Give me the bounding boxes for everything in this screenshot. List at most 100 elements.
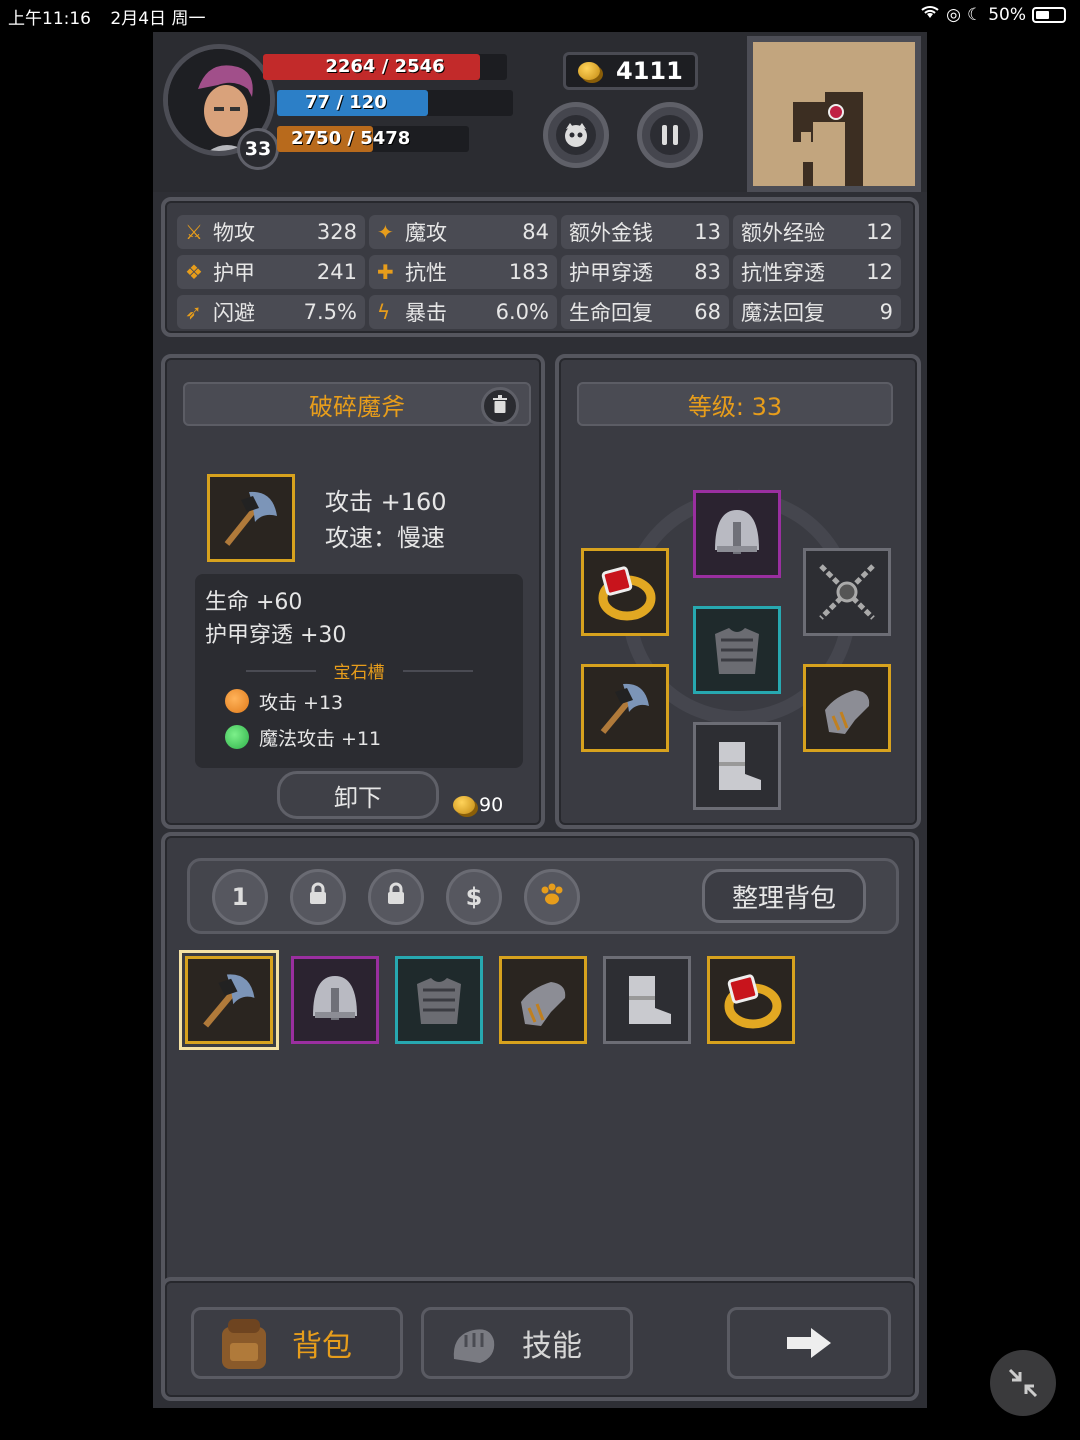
stat-cell: ⚔ 物攻 328 — [177, 215, 365, 249]
ring-slot[interactable] — [581, 548, 669, 636]
stat-label: 护甲 — [213, 261, 255, 285]
pet-button[interactable] — [543, 102, 609, 168]
equipment-level: 等级: 33 — [687, 392, 783, 421]
inventory-tab-bar: 1 $ 整理背包 — [187, 858, 899, 934]
inventory-slot-boots[interactable] — [603, 956, 691, 1044]
equipment-panel: 等级: 33 — [555, 354, 921, 829]
sort-bag-button[interactable]: 整理背包 — [702, 869, 866, 923]
stat-label: 魔法回复 — [741, 301, 825, 325]
hud-header: 33 2264 / 2546 77 / 120 2750 / 5478 4111 — [153, 32, 927, 192]
boots-icon — [719, 742, 761, 790]
stat-value: 7.5% — [303, 300, 357, 324]
unequip-button[interactable]: 卸下 — [277, 771, 439, 819]
inventory-slot-helmet[interactable] — [291, 956, 379, 1044]
axe-icon — [224, 491, 277, 546]
boots-icon — [629, 976, 671, 1024]
item-bonus-line: 护甲穿透 +30 — [205, 623, 347, 648]
item-bonus-line: 生命 +60 — [205, 590, 303, 615]
stat-cell: ❖ 护甲 241 — [177, 255, 365, 289]
status-bar: 上午11:16 2月4日 周一 ◎ ☾ 50% — [0, 0, 1080, 30]
armor-slot[interactable] — [693, 606, 781, 694]
boots-slot[interactable] — [693, 722, 781, 810]
stat-cell: ✚ 抗性 183 — [369, 255, 557, 289]
stat-value: 12 — [866, 260, 893, 284]
locked-bag-tab[interactable] — [368, 869, 424, 925]
stat-cell: 额外金钱 13 — [561, 215, 729, 249]
collapse-window-button[interactable] — [990, 1350, 1056, 1416]
stat-label: 暴击 — [405, 301, 447, 325]
item-attack-stat: 攻击 +160 — [325, 488, 447, 516]
fire-gem-icon — [225, 689, 249, 713]
inventory-panel: 1 $ 整理背包 — [161, 832, 919, 1307]
gauntlet-icon — [521, 982, 566, 1026]
next-button[interactable] — [727, 1307, 891, 1379]
gold-value: 4111 — [616, 57, 683, 85]
inventory-slot-axe[interactable] — [179, 950, 279, 1050]
bag-page-1-tab[interactable]: 1 — [212, 869, 268, 925]
hp-text: 2264 / 2546 — [325, 56, 445, 77]
helmet-icon — [715, 510, 759, 554]
chest-armor-icon — [417, 978, 461, 1024]
gauntlet-icon — [825, 690, 870, 734]
axe-icon — [600, 683, 649, 734]
pause-button[interactable] — [637, 102, 703, 168]
item-speed-stat: 攻速：慢速 — [325, 524, 445, 552]
stats-panel: ⚔ 物攻 328 ✦ 魔攻 84 额外金钱 13 额外经验 12 ❖ 护甲 241 ✚ 抗性 183 护甲穿透 8… — [161, 197, 919, 337]
stat-cell: 护甲穿透 83 — [561, 255, 729, 289]
pet-food-button[interactable] — [524, 869, 580, 925]
skills-tab-label: 技能 — [522, 1329, 582, 1364]
dollar-icon: $ — [465, 883, 483, 911]
minimap[interactable] — [747, 36, 921, 192]
inventory-slot-ring[interactable] — [707, 956, 795, 1044]
status-time: 上午11:16 — [8, 9, 91, 29]
helmet-slot[interactable] — [693, 490, 781, 578]
battery-percent: 50% — [988, 4, 1026, 25]
bag-tab-button[interactable]: 背包 — [191, 1307, 403, 1379]
stat-cell: ✦ 魔攻 84 — [369, 215, 557, 249]
player-level-badge: 33 — [237, 128, 279, 170]
gold-coin-icon — [578, 62, 600, 80]
stat-label: 额外金钱 — [569, 221, 653, 245]
ring-icon — [598, 566, 656, 621]
gem-slot-header: 宝石槽 — [205, 658, 513, 683]
gloves-slot[interactable] — [803, 664, 891, 752]
necklace-slot[interactable] — [803, 548, 891, 636]
stat-label: 抗性 — [405, 261, 447, 285]
cost-value: 90 — [479, 794, 504, 816]
inventory-slot-chest-armor[interactable] — [395, 956, 483, 1044]
resist-icon: ✚ — [377, 260, 394, 284]
chain-icon — [819, 564, 875, 620]
stat-label: 抗性穿透 — [741, 261, 825, 285]
collapse-icon — [1008, 1368, 1038, 1398]
bottom-nav: 背包 技能 — [161, 1277, 919, 1401]
item-detail-panel: 破碎魔斧 攻击 +160 攻速：慢速 生命 +60 护甲穿透 +30 宝石槽 攻… — [161, 354, 545, 829]
stat-value: 328 — [316, 220, 357, 244]
stat-value: 6.0% — [495, 300, 549, 324]
stat-value: 68 — [694, 300, 721, 324]
gold-counter: 4111 — [563, 52, 698, 90]
stat-cell: ➶ 闪避 7.5% — [177, 295, 365, 329]
hp-bar: 2264 / 2546 — [263, 54, 507, 80]
fist-icon — [453, 1329, 495, 1363]
delete-item-button[interactable] — [481, 387, 519, 425]
rotation-lock-icon: ◎ — [946, 4, 961, 25]
item-bonus-box: 生命 +60 护甲穿透 +30 宝石槽 攻击 +13 魔法攻击 +11 — [195, 574, 523, 768]
magic-boot-icon: ✦ — [377, 220, 394, 244]
weapon-slot[interactable] — [581, 664, 669, 752]
lightning-icon: ϟ — [377, 300, 391, 324]
item-name-title: 破碎魔斧 — [183, 382, 531, 426]
gem-row: 攻击 +13 — [225, 683, 513, 719]
game-screen: 33 2264 / 2546 77 / 120 2750 / 5478 4111 — [153, 32, 927, 1408]
trash-icon — [492, 395, 508, 417]
arrow-right-icon — [787, 1328, 831, 1358]
sell-button[interactable]: $ — [446, 869, 502, 925]
stat-cell: 魔法回复 9 — [733, 295, 901, 329]
locked-bag-tab[interactable] — [290, 869, 346, 925]
stat-cell: 生命回复 68 — [561, 295, 729, 329]
xp-bar: 2750 / 5478 — [277, 126, 469, 152]
skills-tab-button[interactable]: 技能 — [421, 1307, 633, 1379]
bag-page-number: 1 — [231, 883, 249, 911]
paw-icon — [539, 882, 565, 912]
inventory-slot-gauntlet[interactable] — [499, 956, 587, 1044]
mp-bar: 77 / 120 — [277, 90, 513, 116]
